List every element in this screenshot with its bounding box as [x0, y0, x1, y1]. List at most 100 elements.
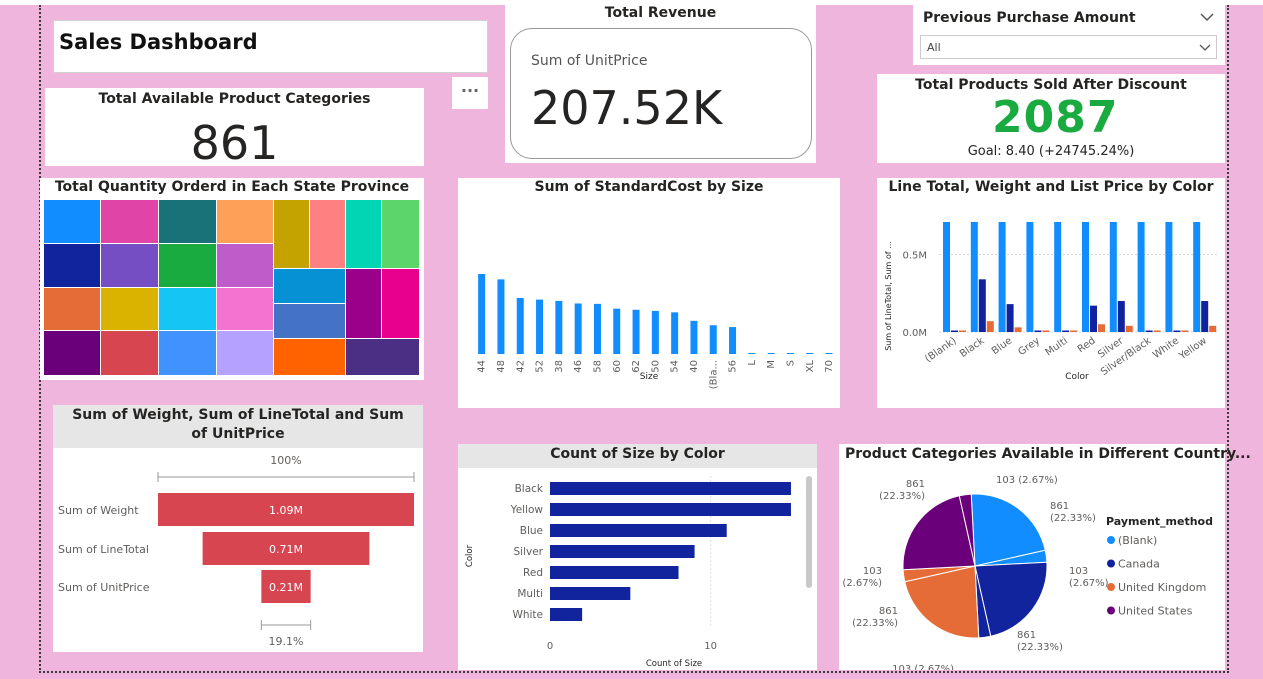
x-tick-label: 56 [728, 360, 739, 373]
legend-title: Payment_method [1106, 515, 1213, 528]
bar [1145, 330, 1153, 332]
bar [729, 327, 737, 354]
x-tick-label: 48 [496, 360, 507, 373]
more-options-button[interactable]: ··· [452, 77, 488, 109]
bar [998, 222, 1006, 332]
bar [550, 482, 791, 495]
chevron-down-icon [1199, 44, 1211, 51]
funnel-chart[interactable]: 100% 1.09M Sum of Weight 0.71M Sum of LineTo… [53, 448, 423, 652]
bar [1034, 330, 1042, 332]
treemap-cell [274, 200, 309, 268]
x-tick-label: 42 [515, 360, 526, 373]
purchase-slicer[interactable]: Previous Purchase Amount All [913, 3, 1225, 65]
x-tick-label: Black [958, 335, 987, 360]
chevron-down-icon[interactable] [1200, 12, 1214, 22]
pie-data-label: 861 [1017, 630, 1036, 641]
x-tick-label: White [1151, 335, 1181, 361]
y-axis-label: Color [465, 544, 475, 567]
countsize-chart[interactable]: Black Yellow Blue Silver Red Multi White 0 10Cou… [458, 468, 817, 670]
standardcost-title: Sum of StandardCost by Size [534, 179, 764, 195]
bar [709, 325, 717, 354]
pie-data-label: 861 [906, 479, 925, 490]
pie-data-label: (22.33%) [852, 618, 898, 629]
bar [1109, 222, 1117, 332]
treemap-chart[interactable] [44, 200, 420, 376]
pie-data-label: (22.33%) [1050, 513, 1096, 524]
bar [536, 299, 544, 354]
x-tick-label: 60 [612, 360, 623, 373]
x-tick-label: Yellow [1177, 335, 1209, 362]
slicer-selected-value: All [927, 41, 941, 54]
bar [1165, 222, 1173, 332]
pie-chart[interactable]: 861(22.33%)103 (2.67%)861(22.33%)103(2.6… [839, 464, 1225, 670]
standardcost-card: Sum of StandardCost by Size 44 48 42 52 38 46… [458, 178, 840, 408]
lineprice-chart[interactable]: 0.0M0.5M(Blank) Black Blue Grey Multi RedSilv… [877, 198, 1225, 408]
bar [970, 222, 978, 332]
treemap-cell [101, 244, 158, 287]
vertical-scrollbar[interactable] [806, 476, 812, 588]
bar [959, 330, 966, 332]
y-tick-label: Black [515, 483, 544, 495]
kpi-revenue-card: Total Revenue Sum of UnitPrice 207.52K [505, 3, 816, 163]
bar [1193, 222, 1201, 332]
kpi-revenue-value: 207.52K [531, 81, 723, 135]
bar [690, 320, 698, 354]
bar [550, 608, 583, 621]
pie-data-label: (2.67%) [842, 578, 882, 589]
x-tick-label: L [747, 360, 758, 366]
bar [1181, 330, 1189, 332]
treemap-cell [159, 331, 216, 375]
pie-data-label: 103 [863, 566, 882, 577]
pie-data-label: (2.67%) [1069, 578, 1109, 589]
funnel-category-label: Sum of LineTotal [58, 543, 149, 556]
y-tick-label: Red [523, 567, 543, 579]
bar [1173, 330, 1181, 332]
treemap-cell [346, 200, 381, 268]
x-axis-label: Color [1065, 372, 1089, 382]
x-tick-label: 0 [547, 641, 553, 652]
x-tick-label: 52 [535, 360, 546, 373]
x-tick-label: 50 [650, 360, 661, 373]
treemap-cell [217, 288, 273, 330]
treemap-cell [310, 200, 345, 268]
x-tick-label: Grey [1016, 335, 1042, 358]
pie-data-label: 861 [879, 606, 898, 617]
standardcost-chart[interactable]: 44 48 42 52 38 46 58 60 62 50 54 40 (Bla... 56 L M S XL 70… [458, 198, 840, 408]
funnel-top-label: 100% [270, 454, 301, 467]
bar [1042, 330, 1050, 332]
treemap-cell [217, 331, 273, 375]
bar [651, 310, 659, 354]
treemap-cell [159, 244, 216, 287]
bar [613, 308, 621, 354]
bar [550, 587, 631, 600]
slicer-title: Previous Purchase Amount [923, 10, 1136, 26]
bar [1062, 330, 1070, 332]
page-title: Sales Dashboard [59, 30, 258, 54]
bar [1090, 305, 1097, 332]
bar [786, 353, 794, 354]
pie-data-label: 103 (2.67%) [996, 475, 1058, 486]
bar [1125, 325, 1133, 332]
pie-data-label: 103 [1069, 566, 1088, 577]
bar [1006, 304, 1014, 332]
y-tick-label: Yellow [510, 504, 544, 516]
x-axis-label: Count of Size [646, 659, 702, 669]
bar [978, 279, 986, 332]
slicer-dropdown[interactable]: All [920, 35, 1217, 59]
lineprice-title: Line Total, Weight and List Price by Col… [888, 179, 1214, 195]
treemap-cell [346, 339, 419, 375]
x-tick-label: 54 [670, 360, 681, 373]
bar [550, 566, 679, 579]
x-tick-label: (Bla... [708, 360, 719, 389]
treemap-cell [101, 288, 158, 330]
y-tick-label: 0.5M [902, 251, 927, 262]
bar [516, 297, 524, 354]
bar [1137, 222, 1145, 332]
x-tick-label: M [766, 360, 777, 369]
kpi-discount-title: Total Products Sold After Discount [915, 77, 1187, 93]
treemap-cell [159, 288, 216, 330]
bar [1209, 325, 1217, 332]
bar [550, 503, 791, 516]
y-tick-label: Silver [514, 546, 544, 558]
funnel-category-label: Sum of Weight [58, 504, 139, 517]
